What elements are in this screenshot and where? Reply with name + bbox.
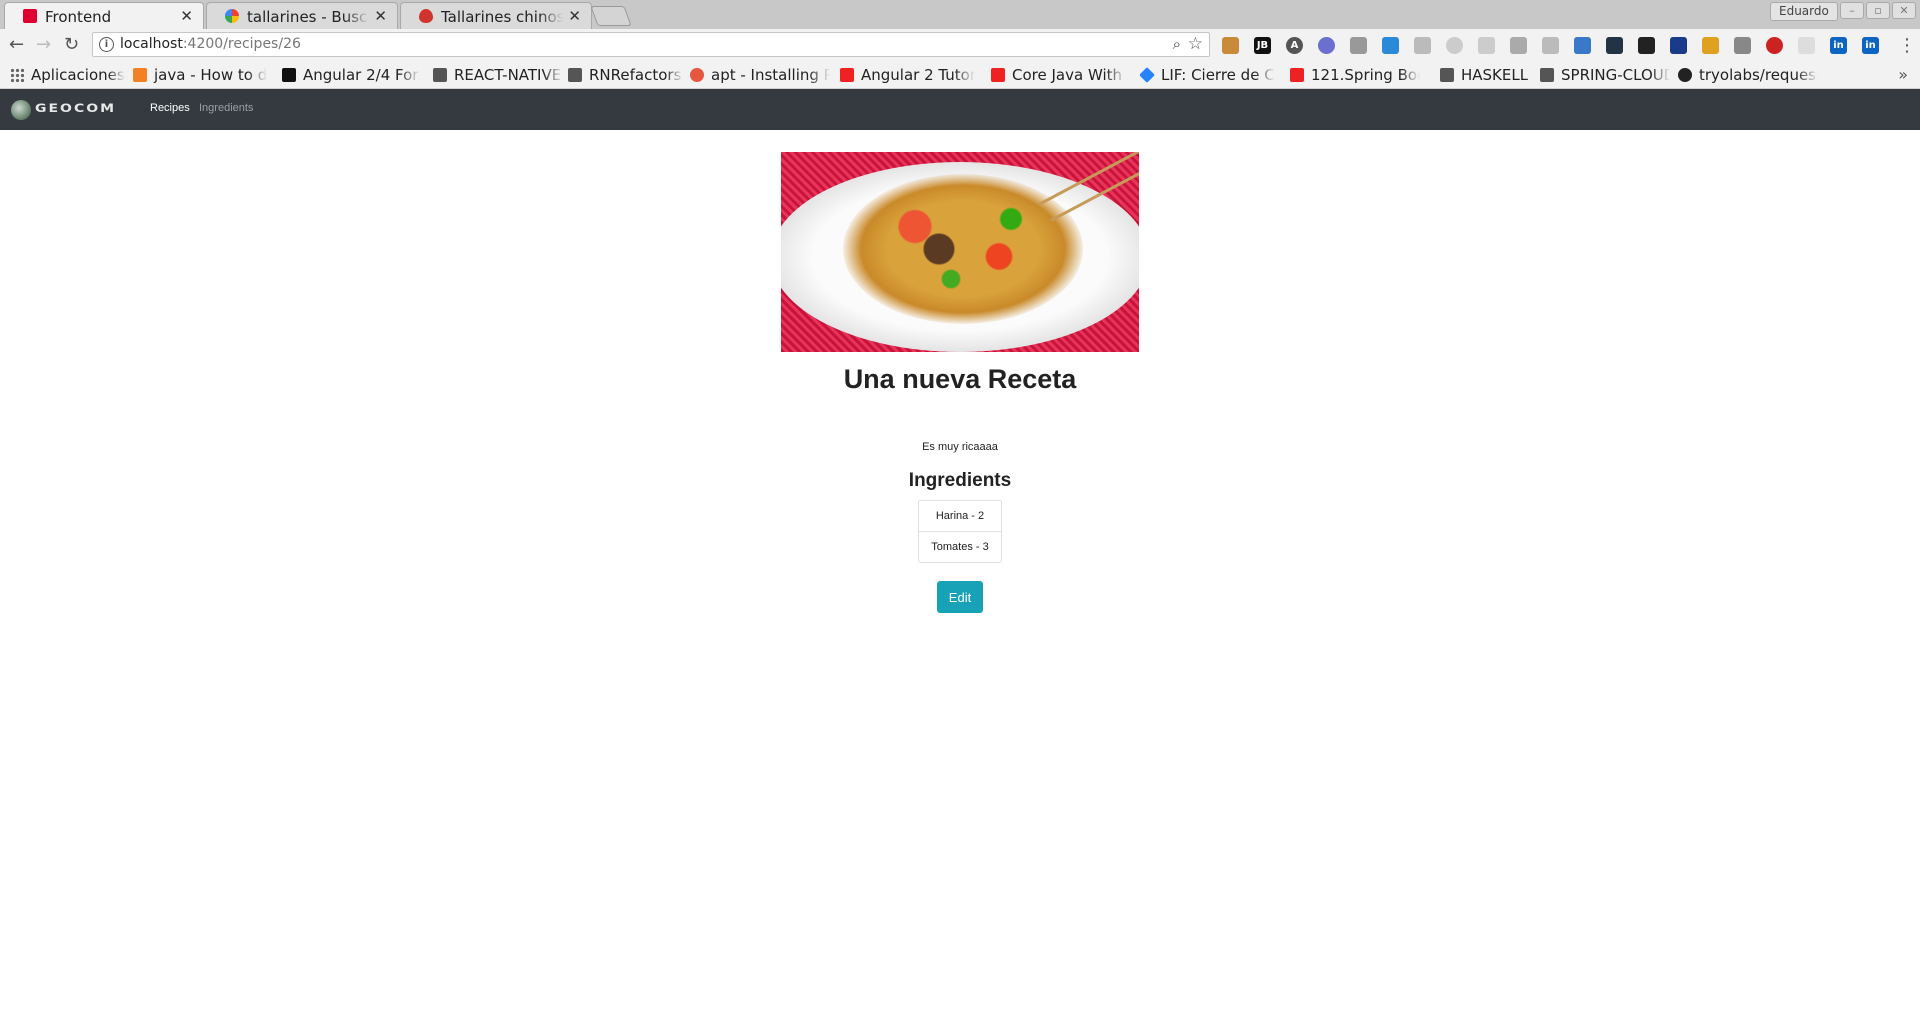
- ingredient-item: Harina - 2: [918, 500, 1002, 532]
- bookmark-item[interactable]: Angular 2 Tutoria: [840, 66, 975, 84]
- extension-icon[interactable]: [1382, 37, 1399, 54]
- angular-icon: [23, 9, 37, 23]
- tab-title: Tallarines chinos con verduras: [441, 8, 563, 26]
- bookmark-folder[interactable]: RNRefactors: [568, 66, 683, 84]
- zoom-icon[interactable]: ⌕: [1173, 35, 1181, 53]
- folder-icon: [433, 68, 447, 82]
- maximize-icon[interactable]: ▫: [1866, 2, 1890, 19]
- extension-icon[interactable]: [1414, 37, 1431, 54]
- forward-icon[interactable]: →: [36, 34, 51, 55]
- bookmark-folder[interactable]: HASKELL: [1440, 66, 1540, 84]
- extension-icon[interactable]: [1542, 37, 1559, 54]
- extension-icon[interactable]: [1734, 37, 1751, 54]
- youtube-icon: [1290, 68, 1304, 82]
- extension-icon[interactable]: [1510, 37, 1527, 54]
- bookmark-folder[interactable]: REACT-NATIVE: [433, 66, 563, 84]
- linkedin-icon[interactable]: in: [1830, 37, 1847, 54]
- tab-title: tallarines - Buscar con Google: [247, 8, 369, 26]
- google-icon: [225, 9, 239, 23]
- youtube-icon: [840, 68, 854, 82]
- jetbrains-icon[interactable]: JB: [1254, 37, 1271, 54]
- bookmarks-bar: Aplicaciones java - How to do Angular 2/…: [0, 62, 1920, 89]
- bookmark-item[interactable]: LIF: Cierre de Caj: [1140, 66, 1275, 84]
- new-tab-button[interactable]: [590, 6, 632, 26]
- extension-icon[interactable]: [1606, 37, 1623, 54]
- minimize-icon[interactable]: –: [1840, 2, 1864, 19]
- jira-icon: [1140, 67, 1155, 83]
- url-text: localhost:4200/recipes/26: [120, 36, 301, 52]
- extension-icon[interactable]: [1574, 37, 1591, 54]
- bookmark-item[interactable]: 121.Spring Boot: [1290, 66, 1420, 84]
- bookmark-item[interactable]: tryolabs/request: [1678, 66, 1818, 84]
- extension-icon[interactable]: [1318, 37, 1335, 54]
- close-tab-icon[interactable]: ✕: [180, 7, 193, 25]
- edit-button[interactable]: Edit: [937, 581, 983, 613]
- browser-tab-google[interactable]: tallarines - Buscar con Google ✕: [206, 2, 398, 29]
- linkedin-icon[interactable]: in: [1862, 37, 1879, 54]
- bookmark-item[interactable]: apt - Installing Pl: [690, 66, 830, 84]
- browser-tab-strip: Frontend ✕ tallarines - Buscar con Googl…: [0, 0, 1920, 29]
- close-tab-icon[interactable]: ✕: [568, 7, 581, 25]
- reload-icon[interactable]: ↻: [64, 34, 79, 55]
- github-icon: [1678, 68, 1692, 82]
- recipe-title: Una nueva Receta: [843, 364, 1077, 394]
- browser-menu-icon[interactable]: ⋮: [1898, 35, 1916, 56]
- tab-title: Frontend: [45, 8, 112, 26]
- folder-icon: [568, 68, 582, 82]
- info-icon[interactable]: i: [99, 37, 114, 52]
- address-bar[interactable]: i localhost:4200/recipes/26 ⌕ ☆: [92, 32, 1210, 57]
- globe-icon: [11, 100, 31, 120]
- extension-icon[interactable]: [1638, 37, 1655, 54]
- bookmark-apps[interactable]: Aplicaciones: [10, 66, 125, 84]
- angular-devtools-icon[interactable]: A: [1286, 37, 1303, 54]
- browser-tab-tallarines[interactable]: Tallarines chinos con verduras ✕: [400, 2, 592, 29]
- extension-icon[interactable]: [1350, 37, 1367, 54]
- stackoverflow-icon: [133, 68, 147, 82]
- folder-icon: [1440, 68, 1454, 82]
- ingredients-list: Harina - 2 Tomates - 3: [918, 500, 1002, 563]
- ingredients-heading: Ingredients: [908, 470, 1012, 491]
- recipe-description: Es muy ricaaaa: [922, 441, 998, 453]
- bookmark-item[interactable]: java - How to do: [133, 66, 267, 84]
- close-window-icon[interactable]: ✕: [1892, 2, 1916, 19]
- extension-icon[interactable]: [1670, 37, 1687, 54]
- youtube-icon: [991, 68, 1005, 82]
- folder-icon: [1540, 68, 1554, 82]
- ingredient-item: Tomates - 3: [918, 531, 1002, 563]
- app-navbar: GEOCOM Recipes Ingredients: [0, 89, 1920, 130]
- bookmark-item[interactable]: Core Java With O: [991, 66, 1126, 84]
- close-tab-icon[interactable]: ✕: [374, 7, 387, 25]
- browser-toolbar: ← → ↻ i localhost:4200/recipes/26 ⌕ ☆: [0, 29, 1920, 62]
- bookmark-folder[interactable]: SPRING-CLOUD: [1540, 66, 1670, 84]
- extension-icon[interactable]: [1702, 37, 1719, 54]
- bookmark-star-icon[interactable]: ☆: [1188, 34, 1203, 54]
- cp-icon: [282, 68, 296, 82]
- askubuntu-icon: [690, 68, 704, 82]
- brand-wordmark: GEOCOM: [35, 102, 117, 116]
- more-bookmarks-icon[interactable]: »: [1898, 65, 1908, 84]
- nav-link-recipes[interactable]: Recipes: [150, 102, 190, 114]
- play-icon[interactable]: [1478, 37, 1495, 54]
- back-icon[interactable]: ←: [9, 34, 24, 55]
- extension-icon[interactable]: [1446, 37, 1463, 54]
- nav-link-ingredients[interactable]: Ingredients: [199, 102, 253, 114]
- strawberry-icon: [419, 9, 433, 23]
- apps-grid-icon: [10, 68, 24, 82]
- extension-icon[interactable]: [1798, 37, 1815, 54]
- recipe-image: [781, 152, 1139, 352]
- bookmark-item[interactable]: Angular 2/4 Form: [282, 66, 420, 84]
- extension-icon[interactable]: [1766, 37, 1783, 54]
- noodles: [843, 174, 1083, 324]
- browser-tab-frontend[interactable]: Frontend ✕: [4, 2, 204, 29]
- profile-button[interactable]: Eduardo: [1770, 2, 1838, 21]
- extension-icon[interactable]: [1222, 37, 1239, 54]
